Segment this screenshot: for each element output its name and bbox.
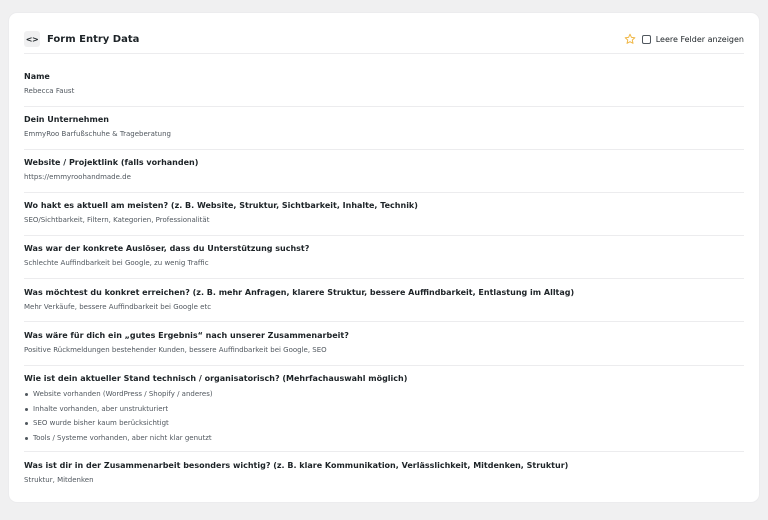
field-divider	[24, 192, 744, 193]
header-actions: Leere Felder anzeigen	[624, 33, 744, 45]
code-icon: <>	[24, 31, 40, 47]
field-label: Was ist dir in der Zusammenarbeit besond…	[24, 461, 569, 470]
field-divider	[24, 106, 744, 107]
list-item: SEO wurde bisher kaum berücksichtigt	[24, 416, 744, 431]
field-value: Struktur, Mitdenken	[24, 476, 94, 484]
field-value: SEO/Sichtbarkeit, Filtern, Kategorien, P…	[24, 216, 210, 224]
field-priorities: Was ist dir in der Zusammenarbeit besond…	[24, 461, 744, 485]
list-item: Inhalte vorhanden, aber unstrukturiert	[24, 402, 744, 417]
field-label: Website / Projektlink (falls vorhanden)	[24, 158, 199, 167]
field-label: Was wäre für dich ein „gutes Ergebnis“ n…	[24, 331, 349, 340]
list-item: Website vorhanden (WordPress / Shopify /…	[24, 387, 744, 402]
field-value: Positive Rückmeldungen bestehender Kunde…	[24, 346, 327, 354]
field-divider	[24, 365, 744, 366]
field-label: Was möchtest du konkret erreichen? (z. B…	[24, 288, 575, 297]
field-good-result: Was wäre für dich ein „gutes Ergebnis“ n…	[24, 331, 744, 355]
show-empty-fields-label[interactable]: Leere Felder anzeigen	[656, 35, 744, 44]
field-value: https://emmyroohandmade.de	[24, 173, 131, 181]
field-divider	[24, 321, 744, 322]
field-divider	[24, 149, 744, 150]
show-empty-fields-checkbox[interactable]	[641, 34, 651, 44]
star-icon[interactable]	[624, 33, 636, 45]
field-divider	[24, 451, 744, 452]
field-divider	[24, 235, 744, 236]
field-value: Rebecca Faust	[24, 87, 75, 95]
field-name: Name Rebecca Faust	[24, 72, 744, 96]
field-website: Website / Projektlink (falls vorhanden) …	[24, 158, 744, 182]
field-value: Mehr Verkäufe, bessere Auffindbarkeit be…	[24, 303, 212, 311]
field-trigger: Was war der konkrete Auslöser, dass du U…	[24, 244, 744, 268]
card-title: Form Entry Data	[47, 33, 140, 45]
field-divider	[24, 278, 744, 279]
field-label: Wie ist dein aktueller Stand technisch /…	[24, 374, 408, 383]
field-goals: Was möchtest du konkret erreichen? (z. B…	[24, 288, 744, 312]
field-label: Dein Unternehmen	[24, 115, 109, 124]
header-divider	[24, 53, 744, 54]
current-state-list: Website vorhanden (WordPress / Shopify /…	[24, 387, 744, 445]
field-label: Name	[24, 72, 50, 81]
field-label: Was war der konkrete Auslöser, dass du U…	[24, 244, 310, 253]
field-value: Schlechte Auffindbarkeit bei Google, zu …	[24, 259, 209, 267]
form-entry-card: <> Form Entry Data Leere Felder anzeigen…	[9, 13, 759, 502]
field-label: Wo hakt es aktuell am meisten? (z. B. We…	[24, 201, 418, 210]
card-header: <> Form Entry Data Leere Felder anzeigen	[24, 26, 744, 52]
field-pain-points: Wo hakt es aktuell am meisten? (z. B. We…	[24, 201, 744, 225]
field-company: Dein Unternehmen EmmyRoo Barfußschuhe & …	[24, 115, 744, 139]
field-value: EmmyRoo Barfußschuhe & Trageberatung	[24, 130, 171, 138]
list-item: Tools / Systeme vorhanden, aber nicht kl…	[24, 431, 744, 446]
field-current-state: Wie ist dein aktueller Stand technisch /…	[24, 374, 744, 445]
